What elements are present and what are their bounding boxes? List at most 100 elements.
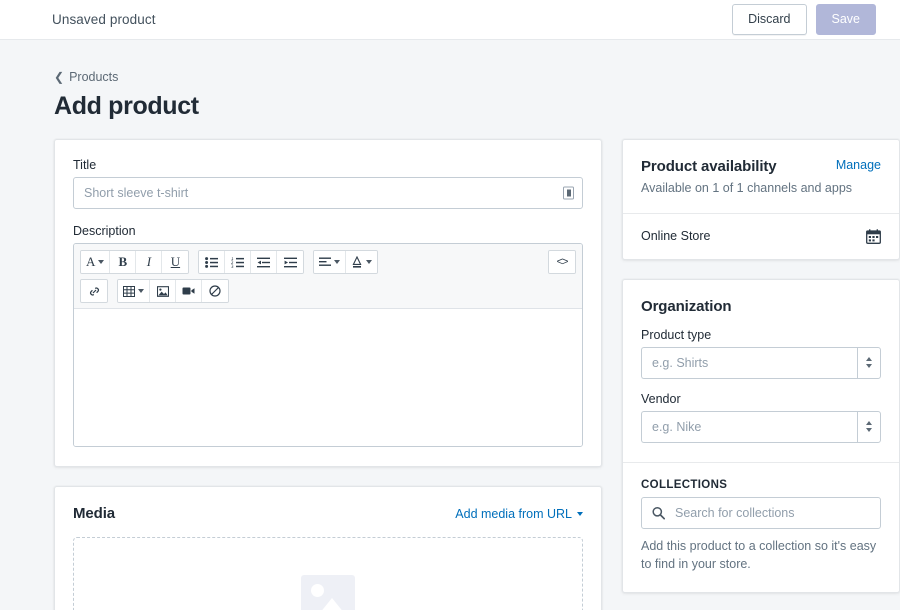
calendar-icon[interactable]	[866, 229, 881, 244]
html-code-button[interactable]: <>	[549, 251, 575, 273]
video-icon	[182, 287, 195, 295]
underline-icon: U	[170, 254, 181, 269]
link-icon	[89, 287, 99, 295]
product-availability-title: Product availability	[641, 158, 777, 175]
no-entry-icon	[209, 285, 221, 297]
insert-video-button[interactable]	[176, 280, 202, 302]
chevron-up-icon	[865, 357, 872, 362]
description-textarea[interactable]	[74, 309, 582, 446]
top-bar-actions: Discard Save	[732, 4, 876, 35]
bulleted-list-icon	[205, 256, 219, 268]
discard-button[interactable]: Discard	[732, 4, 807, 35]
text-format-group: A B I U	[80, 250, 190, 274]
add-media-from-url-link[interactable]: Add media from URL	[455, 507, 583, 521]
align-left-icon	[319, 257, 332, 266]
description-field-label: Description	[73, 224, 136, 238]
bulleted-list-button[interactable]	[199, 251, 226, 273]
table-icon	[123, 285, 135, 297]
insert-image-button[interactable]	[150, 280, 176, 302]
channel-row-online-store[interactable]: Online Store	[623, 214, 899, 259]
chevron-up-icon	[865, 421, 872, 426]
text-color-icon	[352, 256, 362, 268]
outdent-button[interactable]	[251, 251, 278, 273]
title-input-wrap	[73, 177, 583, 209]
chevron-down-icon	[865, 428, 872, 433]
collections-search-wrap	[641, 496, 881, 529]
editor-toolbar: A B I U 1 2 3 <>	[74, 244, 582, 309]
description-editor: A B I U 1 2 3 <>	[73, 243, 583, 447]
title-input[interactable]	[73, 177, 583, 209]
vendor-stepper[interactable]	[856, 410, 881, 443]
image-placeholder-icon	[301, 575, 355, 610]
side-column: Product availability Manage Available on…	[622, 139, 900, 610]
media-dropzone[interactable]	[73, 537, 583, 610]
align-color-group	[313, 250, 379, 274]
insert-media-group	[117, 279, 229, 303]
title-field-label: Title	[73, 158, 97, 172]
organization-card: Organization Product type e.g. Shirts Ve…	[622, 278, 900, 594]
code-brackets-icon: <>	[556, 256, 569, 268]
media-title: Media	[73, 505, 116, 522]
product-type-label: Product type	[641, 327, 712, 342]
indent-icon	[283, 257, 297, 267]
media-card: Media Add media from URL	[54, 486, 602, 610]
collections-label: COLLECTIONS	[641, 478, 728, 491]
insert-link-button[interactable]	[81, 280, 107, 302]
add-media-from-url-label: Add media from URL	[455, 506, 572, 521]
collections-search-input[interactable]	[641, 496, 881, 529]
align-dropdown[interactable]	[314, 251, 347, 273]
editor-toolbar-row-2	[80, 279, 576, 303]
product-type-select	[641, 346, 881, 379]
code-group: <>	[548, 250, 576, 274]
product-type-input[interactable]	[641, 346, 857, 379]
list-indent-group: 1 2 3	[198, 250, 305, 274]
underline-button[interactable]: U	[162, 251, 189, 273]
collections-helper-text: Add this product to a collection so it's…	[641, 538, 877, 571]
vendor-select	[641, 410, 881, 443]
italic-button[interactable]: I	[136, 251, 163, 273]
bold-button[interactable]: B	[110, 251, 137, 273]
organization-title: Organization	[641, 297, 732, 315]
main-column: Title Description	[54, 139, 602, 610]
numbered-list-button[interactable]: 1 2 3	[225, 251, 252, 273]
channel-name: Online Store	[641, 229, 711, 244]
chevron-down-icon	[334, 260, 341, 264]
page-title: Add product	[54, 92, 199, 120]
unsaved-product-title: Unsaved product	[52, 12, 156, 27]
italic-icon: I	[146, 254, 152, 269]
media-card-head: Media Add media from URL	[73, 505, 583, 522]
text-color-dropdown[interactable]	[346, 251, 378, 273]
insert-table-dropdown[interactable]	[118, 280, 150, 302]
product-availability-card: Product availability Manage Available on…	[622, 139, 900, 260]
chevron-down-icon	[138, 289, 144, 293]
breadcrumb-products[interactable]: ❮ Products	[54, 70, 118, 84]
product-type-field: Product type	[641, 328, 881, 379]
chevron-down-icon	[865, 364, 872, 369]
outdent-icon	[257, 257, 271, 267]
editor-toolbar-row-1: A B I U 1 2 3 <>	[80, 250, 576, 274]
content-columns: Title Description	[54, 139, 900, 610]
chevron-down-icon	[98, 260, 105, 264]
svg-text:3: 3	[231, 264, 234, 268]
font-style-dropdown[interactable]: A	[81, 251, 111, 273]
bold-icon: B	[118, 254, 128, 269]
save-button[interactable]: Save	[815, 4, 876, 35]
top-bar: Unsaved product Discard Save	[0, 0, 900, 40]
clear-formatting-button[interactable]	[202, 280, 228, 302]
indent-button[interactable]	[277, 251, 304, 273]
numbered-list-icon: 1 2 3	[231, 257, 245, 268]
image-icon	[156, 285, 169, 297]
link-group	[80, 279, 108, 303]
vendor-input[interactable]	[641, 410, 857, 443]
product-details-card: Title Description	[54, 139, 602, 467]
product-availability-head: Product availability Manage	[641, 158, 881, 175]
vendor-field: Vendor	[641, 392, 881, 443]
manage-availability-link[interactable]: Manage	[836, 158, 881, 172]
product-type-stepper[interactable]	[856, 346, 881, 379]
product-availability-subtitle: Available on 1 of 1 channels and apps	[641, 181, 853, 195]
page-content: ❮ Products Add product Title Description	[0, 40, 900, 610]
font-a-icon: A	[86, 254, 96, 269]
vendor-label: Vendor	[641, 391, 681, 406]
mobile-preview-icon[interactable]	[563, 186, 574, 200]
breadcrumb-label: Products	[69, 70, 119, 84]
